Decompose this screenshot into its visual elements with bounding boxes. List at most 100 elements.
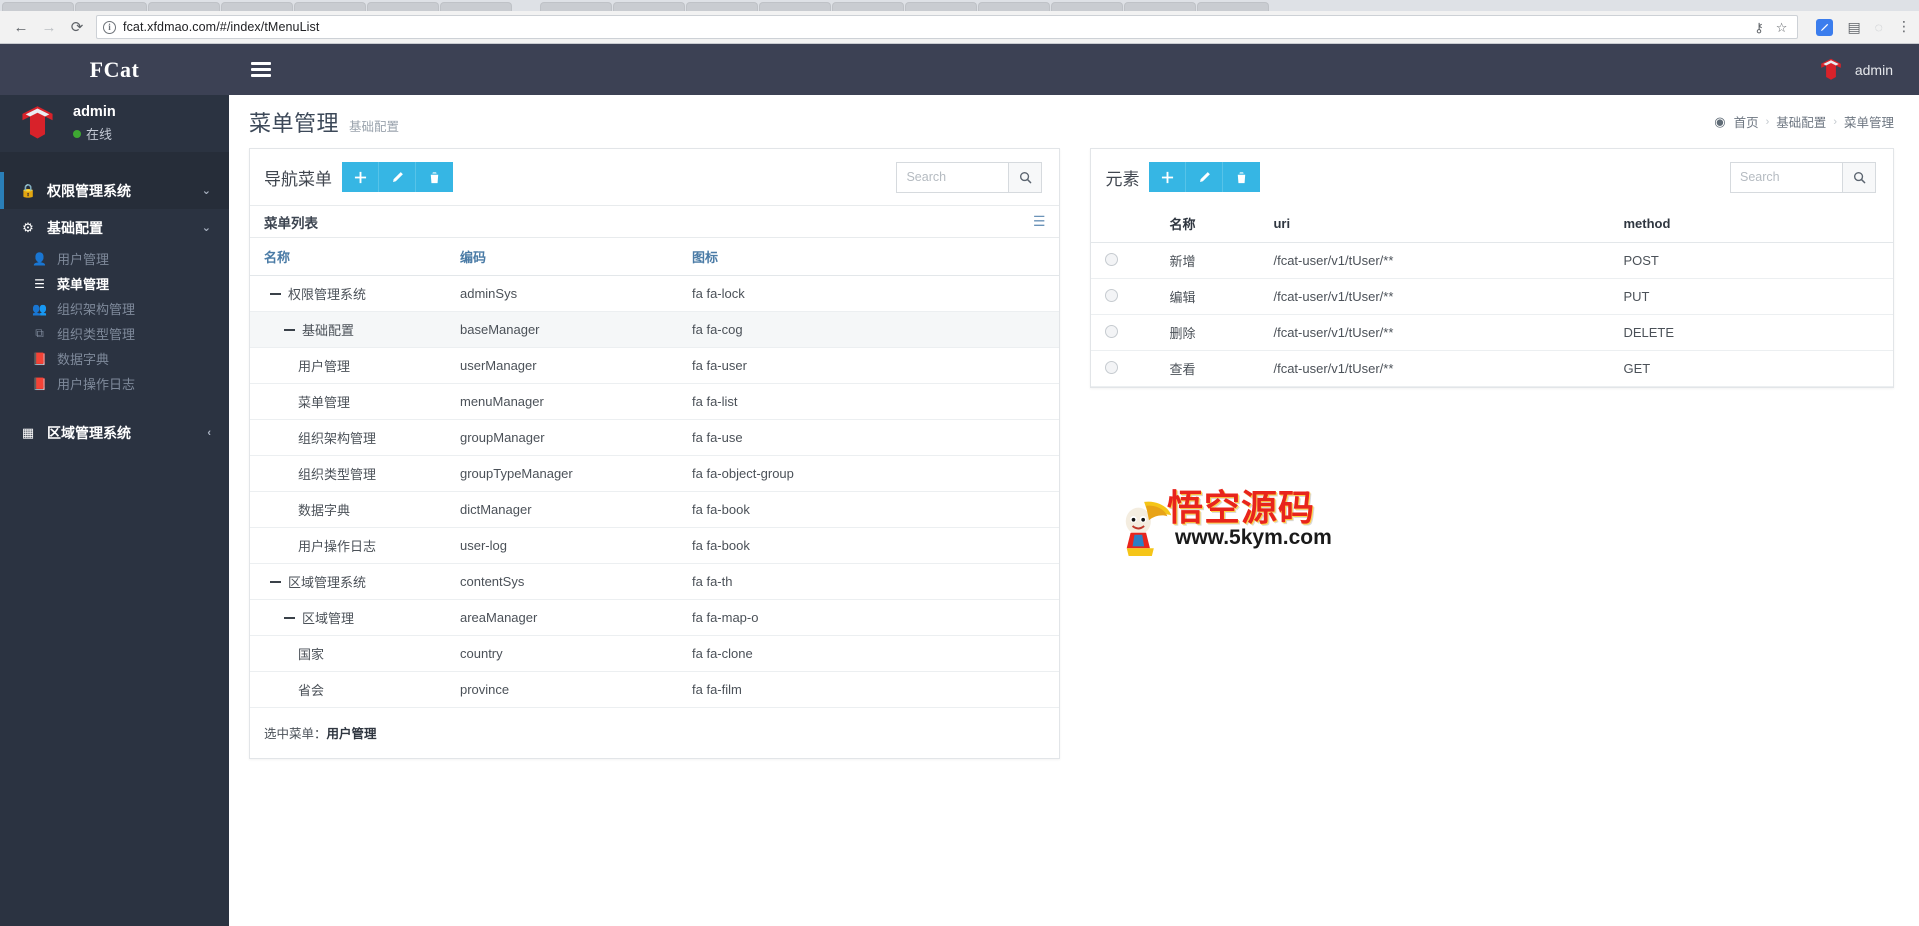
menu-icon-class: fa fa-use bbox=[678, 419, 1060, 456]
column-header-icon[interactable]: 图标 bbox=[678, 238, 1060, 276]
row-radio-button[interactable] bbox=[1105, 288, 1119, 302]
browser-tab[interactable] bbox=[978, 2, 1050, 11]
browser-tab[interactable] bbox=[1124, 2, 1196, 11]
address-bar[interactable]: i fcat.xfdmao.com/#/index/tMenuList ⚷ ☆ bbox=[96, 15, 1799, 39]
cast-icon[interactable]: ◌ bbox=[1875, 20, 1883, 34]
column-header-uri[interactable]: uri bbox=[1259, 205, 1610, 243]
row-radio-button[interactable] bbox=[1105, 360, 1119, 374]
side-panel-icon[interactable]: ▤ bbox=[1847, 20, 1860, 34]
table-row[interactable]: 省会 province fa fa-film bbox=[250, 671, 1060, 708]
collapse-toggle-icon[interactable] bbox=[284, 328, 295, 331]
table-row[interactable]: 区域管理系统 contentSys fa fa-th bbox=[250, 563, 1060, 600]
browser-tab[interactable] bbox=[1197, 2, 1269, 11]
application-window: FCat admin admin 在线 🔒 权限管理系统 ⌄ ⚙ 基础配置 ⌄ … bbox=[0, 44, 1919, 926]
kebab-menu-icon[interactable]: ⋮ bbox=[1897, 19, 1911, 33]
add-menu-button[interactable] bbox=[342, 162, 379, 192]
nav-menu-toolbar bbox=[342, 162, 453, 192]
menu-icon-class: fa fa-th bbox=[678, 563, 1060, 600]
sidebar-item-label: 数据字典 bbox=[57, 352, 110, 367]
search-icon[interactable] bbox=[1842, 161, 1876, 193]
brand-logo[interactable]: FCat bbox=[0, 44, 229, 95]
star-icon[interactable]: ☆ bbox=[1776, 21, 1788, 34]
browser-tab[interactable] bbox=[1051, 2, 1123, 11]
info-circle-icon[interactable]: i bbox=[103, 20, 116, 34]
sidebar-item-label: 权限管理系统 bbox=[47, 182, 131, 199]
breadcrumb-item-base-config[interactable]: 基础配置 bbox=[1776, 112, 1826, 131]
browser-tab[interactable] bbox=[613, 2, 685, 11]
add-element-button[interactable] bbox=[1149, 162, 1187, 192]
browser-tab[interactable] bbox=[2, 2, 74, 11]
table-row[interactable]: 新增 /fcat-user/v1/tUser/** POST bbox=[1091, 242, 1893, 279]
sidebar-item-user-log[interactable]: 📕 用户操作日志 bbox=[0, 371, 229, 396]
search-icon[interactable] bbox=[1008, 161, 1043, 193]
collapse-toggle-icon[interactable] bbox=[270, 580, 281, 583]
table-row[interactable]: 删除 /fcat-user/v1/tUser/** DELETE bbox=[1091, 314, 1893, 351]
hamburger-icon[interactable] bbox=[251, 62, 271, 77]
table-row[interactable]: 权限管理系统 adminSys fa fa-lock bbox=[250, 275, 1060, 312]
sidebar-item-area-system[interactable]: ▦ 区域管理系统 ‹ bbox=[0, 414, 229, 451]
sidebar-item-menu-manage[interactable]: ☰ 菜单管理 bbox=[0, 271, 229, 296]
chevron-left-icon[interactable]: ‹ bbox=[207, 427, 211, 439]
sidebar-item-dict-manage[interactable]: 📕 数据字典 bbox=[0, 346, 229, 371]
nav-menu-search-input[interactable] bbox=[896, 161, 1009, 193]
edit-menu-button[interactable] bbox=[379, 162, 416, 192]
menu-name: 用户管理 bbox=[298, 359, 351, 374]
edit-element-button[interactable] bbox=[1186, 162, 1224, 192]
table-row[interactable]: 菜单管理 menuManager fa fa-list bbox=[250, 383, 1060, 420]
browser-tab[interactable] bbox=[367, 2, 439, 11]
sidebar-item-base-config[interactable]: ⚙ 基础配置 ⌄ bbox=[0, 209, 229, 246]
delete-menu-button[interactable] bbox=[416, 162, 453, 192]
menu-code: dictManager bbox=[446, 491, 678, 528]
key-icon[interactable]: ⚷ bbox=[1754, 21, 1764, 34]
element-search-input[interactable] bbox=[1730, 161, 1842, 193]
browser-tab[interactable] bbox=[440, 2, 512, 11]
browser-tab[interactable] bbox=[294, 2, 366, 11]
sidebar-user-box[interactable]: admin 在线 bbox=[0, 95, 229, 152]
table-row[interactable]: 用户操作日志 user-log fa fa-book bbox=[250, 527, 1060, 564]
row-radio-button[interactable] bbox=[1105, 324, 1119, 338]
chevron-down-icon[interactable]: ⌄ bbox=[202, 221, 211, 234]
table-row[interactable]: 用户管理 userManager fa fa-user bbox=[250, 347, 1060, 384]
sidebar-item-permission-system[interactable]: 🔒 权限管理系统 ⌄ bbox=[0, 172, 229, 209]
reload-icon[interactable]: ⟳ bbox=[64, 14, 90, 40]
column-header-code[interactable]: 编码 bbox=[446, 238, 678, 276]
navbar-user-area[interactable]: admin bbox=[1817, 56, 1919, 84]
sidebar-item-label: 组织架构管理 bbox=[57, 302, 136, 317]
back-arrow-icon[interactable]: ← bbox=[8, 14, 34, 40]
element-uri: /fcat-user/v1/tUser/** bbox=[1259, 278, 1610, 315]
table-row[interactable]: 组织类型管理 groupTypeManager fa fa-object-gro… bbox=[250, 455, 1060, 492]
column-header-method[interactable]: method bbox=[1609, 205, 1893, 243]
browser-tab[interactable] bbox=[905, 2, 977, 11]
table-row[interactable]: 国家 country fa fa-clone bbox=[250, 635, 1060, 672]
browser-tab[interactable] bbox=[832, 2, 904, 11]
table-row[interactable]: 基础配置 baseManager fa fa-cog bbox=[250, 311, 1060, 348]
browser-tab[interactable] bbox=[686, 2, 758, 11]
sidebar-item-group-type-manage[interactable]: ⧉ 组织类型管理 bbox=[0, 321, 229, 346]
extension-icon[interactable] bbox=[1816, 18, 1834, 36]
sidebar-item-group-manage[interactable]: 👥 组织架构管理 bbox=[0, 296, 229, 321]
table-row[interactable]: 区域管理 areaManager fa fa-map-o bbox=[250, 599, 1060, 636]
table-row[interactable]: 数据字典 dictManager fa fa-book bbox=[250, 491, 1060, 528]
main-content: 菜单管理 基础配置 ◉ 首页 › 基础配置 › 菜单管理 导航菜单 Search… bbox=[229, 95, 1919, 926]
menu-icon-class: fa fa-list bbox=[678, 383, 1060, 420]
column-header-name[interactable]: 名称 bbox=[250, 238, 446, 276]
element-name: 编辑 bbox=[1155, 278, 1260, 315]
collapse-toggle-icon[interactable] bbox=[284, 616, 295, 619]
table-row[interactable]: 组织架构管理 groupManager fa fa-use bbox=[250, 419, 1060, 456]
browser-tab[interactable] bbox=[540, 2, 612, 11]
chevron-down-icon[interactable]: ⌄ bbox=[202, 184, 211, 197]
browser-tab[interactable] bbox=[75, 2, 147, 11]
breadcrumb-item-home[interactable]: 首页 bbox=[1734, 112, 1759, 131]
collapse-toggle-icon[interactable] bbox=[270, 292, 281, 295]
sidebar-item-user-manage[interactable]: 👤 用户管理 bbox=[0, 246, 229, 271]
row-radio-button[interactable] bbox=[1105, 252, 1119, 266]
table-row[interactable]: 编辑 /fcat-user/v1/tUser/** PUT bbox=[1091, 278, 1893, 315]
list-view-icon[interactable]: ☰ bbox=[1033, 213, 1046, 230]
menu-name: 组织类型管理 bbox=[298, 467, 377, 482]
browser-tab[interactable] bbox=[221, 2, 293, 11]
browser-tab[interactable] bbox=[759, 2, 831, 11]
delete-element-button[interactable] bbox=[1223, 162, 1261, 192]
column-header-name[interactable]: 名称 bbox=[1155, 205, 1260, 243]
table-row[interactable]: 查看 /fcat-user/v1/tUser/** GET bbox=[1091, 350, 1893, 387]
browser-tab[interactable] bbox=[148, 2, 220, 11]
